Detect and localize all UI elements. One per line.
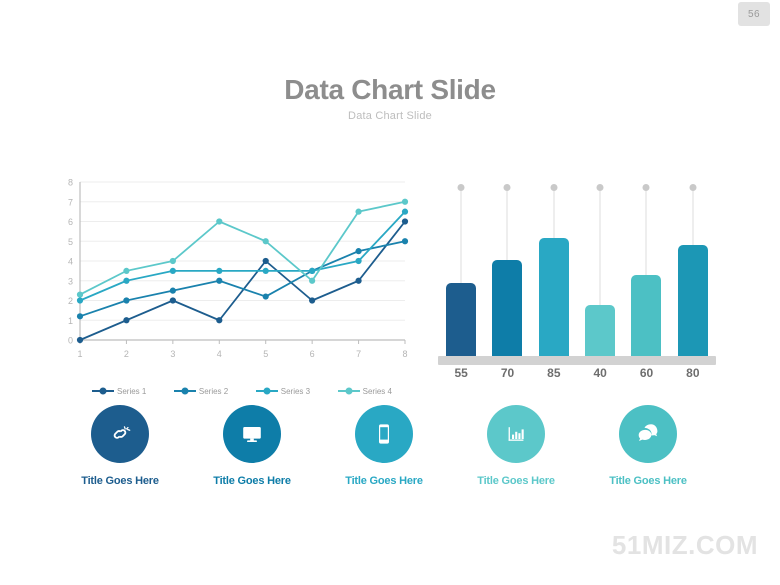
- legend-label: Series 1: [117, 386, 147, 396]
- legend-swatch-series-2: [173, 390, 196, 392]
- bar-value-label: 85: [547, 366, 561, 380]
- legend-swatch-series-3: [255, 390, 278, 392]
- bar-chart-icon[interactable]: [487, 405, 545, 463]
- svg-text:8: 8: [402, 349, 407, 359]
- feature-item[interactable]: Title Goes Here: [588, 405, 708, 487]
- slide-canvas: 56 Data Chart Slide Data Chart Slide 012…: [0, 0, 780, 585]
- bar-value-label: 40: [593, 366, 607, 380]
- bar-value-label: 70: [500, 366, 515, 380]
- bar-chart-baseline: [438, 356, 716, 365]
- feature-title: Title Goes Here: [609, 475, 687, 487]
- bar-column[interactable]: [623, 180, 669, 365]
- bar[interactable]: [631, 275, 662, 365]
- page-subtitle: Data Chart Slide: [348, 110, 432, 122]
- feature-title: Title Goes Here: [213, 475, 291, 487]
- page-number-badge: 56: [738, 2, 770, 26]
- svg-text:2: 2: [124, 349, 129, 359]
- svg-text:0: 0: [68, 336, 73, 346]
- bar-marker-dot: [550, 184, 558, 191]
- bar-marker-dot: [689, 184, 697, 191]
- feature-title: Title Goes Here: [345, 475, 423, 487]
- page-title: Data Chart Slide: [284, 74, 496, 105]
- svg-text:2: 2: [68, 296, 73, 306]
- bar-marker-stem: [599, 191, 601, 305]
- bar-column[interactable]: [577, 180, 623, 365]
- svg-text:3: 3: [68, 276, 73, 286]
- bar-value-label: 60: [639, 366, 654, 380]
- line-chart-legend: Series 1 Series 2 Series 3 Series 4: [92, 382, 392, 400]
- svg-text:4: 4: [217, 349, 222, 359]
- speech-bubbles-icon[interactable]: [619, 405, 677, 463]
- legend-swatch-series-4: [337, 390, 360, 392]
- bar-marker-stem: [692, 191, 694, 245]
- bar-marker-stem: [506, 191, 508, 260]
- legend-label: Series 4: [362, 386, 392, 396]
- legend-item[interactable]: Series 3: [255, 386, 311, 396]
- svg-text:6: 6: [68, 217, 73, 227]
- monitor-icon[interactable]: [223, 405, 281, 463]
- bar-chart-columns: [432, 180, 722, 365]
- legend-label: Series 2: [198, 386, 229, 396]
- bar-column[interactable]: [484, 180, 530, 365]
- bar-column[interactable]: [670, 180, 716, 365]
- legend-item[interactable]: Series 1: [92, 387, 146, 396]
- smartphone-icon[interactable]: [355, 405, 413, 463]
- svg-text:5: 5: [263, 349, 268, 359]
- svg-text:1: 1: [68, 316, 73, 326]
- bar[interactable]: [538, 237, 569, 365]
- svg-text:5: 5: [68, 237, 73, 247]
- svg-text:8: 8: [68, 178, 73, 188]
- bar-column[interactable]: [438, 180, 484, 365]
- feature-item[interactable]: Title Goes Here: [60, 405, 180, 487]
- feature-item[interactable]: Title Goes Here: [324, 405, 444, 487]
- bar-value-label: 55: [454, 366, 468, 380]
- feature-title: Title Goes Here: [81, 475, 159, 487]
- bar-marker-dot: [642, 184, 650, 191]
- bar-marker-stem: [460, 191, 462, 283]
- svg-text:7: 7: [68, 197, 73, 207]
- feature-title: Title Goes Here: [477, 475, 555, 487]
- svg-text:7: 7: [356, 349, 361, 359]
- svg-text:3: 3: [170, 349, 175, 359]
- bar-chart: 55 70 85 40 60 80: [432, 180, 722, 395]
- legend-item[interactable]: Series 4: [337, 386, 392, 396]
- legend-item[interactable]: Series 2: [173, 386, 229, 396]
- bar-column[interactable]: [531, 180, 577, 365]
- bar-marker-stem: [553, 191, 555, 238]
- feature-icon-row: Title Goes Here Title Goes Here Title Goes…: [0, 405, 780, 500]
- watermark: 51MIZ.COM: [611, 530, 758, 560]
- bar-marker-dot: [596, 184, 604, 191]
- legend-label: Series 3: [280, 386, 311, 396]
- bar-marker-dot: [457, 184, 465, 191]
- bar-chart-value-labels: 55 70 85 40 60 80: [432, 366, 722, 388]
- bar[interactable]: [446, 282, 477, 365]
- feature-item[interactable]: Title Goes Here: [192, 405, 312, 487]
- bar-marker-dot: [503, 184, 511, 191]
- svg-text:4: 4: [68, 257, 73, 267]
- svg-text:6: 6: [310, 349, 315, 359]
- feature-item[interactable]: Title Goes Here: [456, 405, 576, 487]
- line-chart: 01234567812345678: [58, 176, 413, 366]
- bar-marker-stem: [645, 191, 647, 275]
- svg-text:1: 1: [77, 349, 82, 359]
- bar[interactable]: [492, 260, 523, 365]
- bar[interactable]: [677, 245, 708, 365]
- line-chart-svg: 0123456781 2 3 4 5 6 7 8: [68, 178, 409, 359]
- broken-link-icon[interactable]: [91, 405, 149, 463]
- bar-value-label: 80: [686, 366, 700, 380]
- legend-swatch-series-1: [92, 390, 114, 392]
